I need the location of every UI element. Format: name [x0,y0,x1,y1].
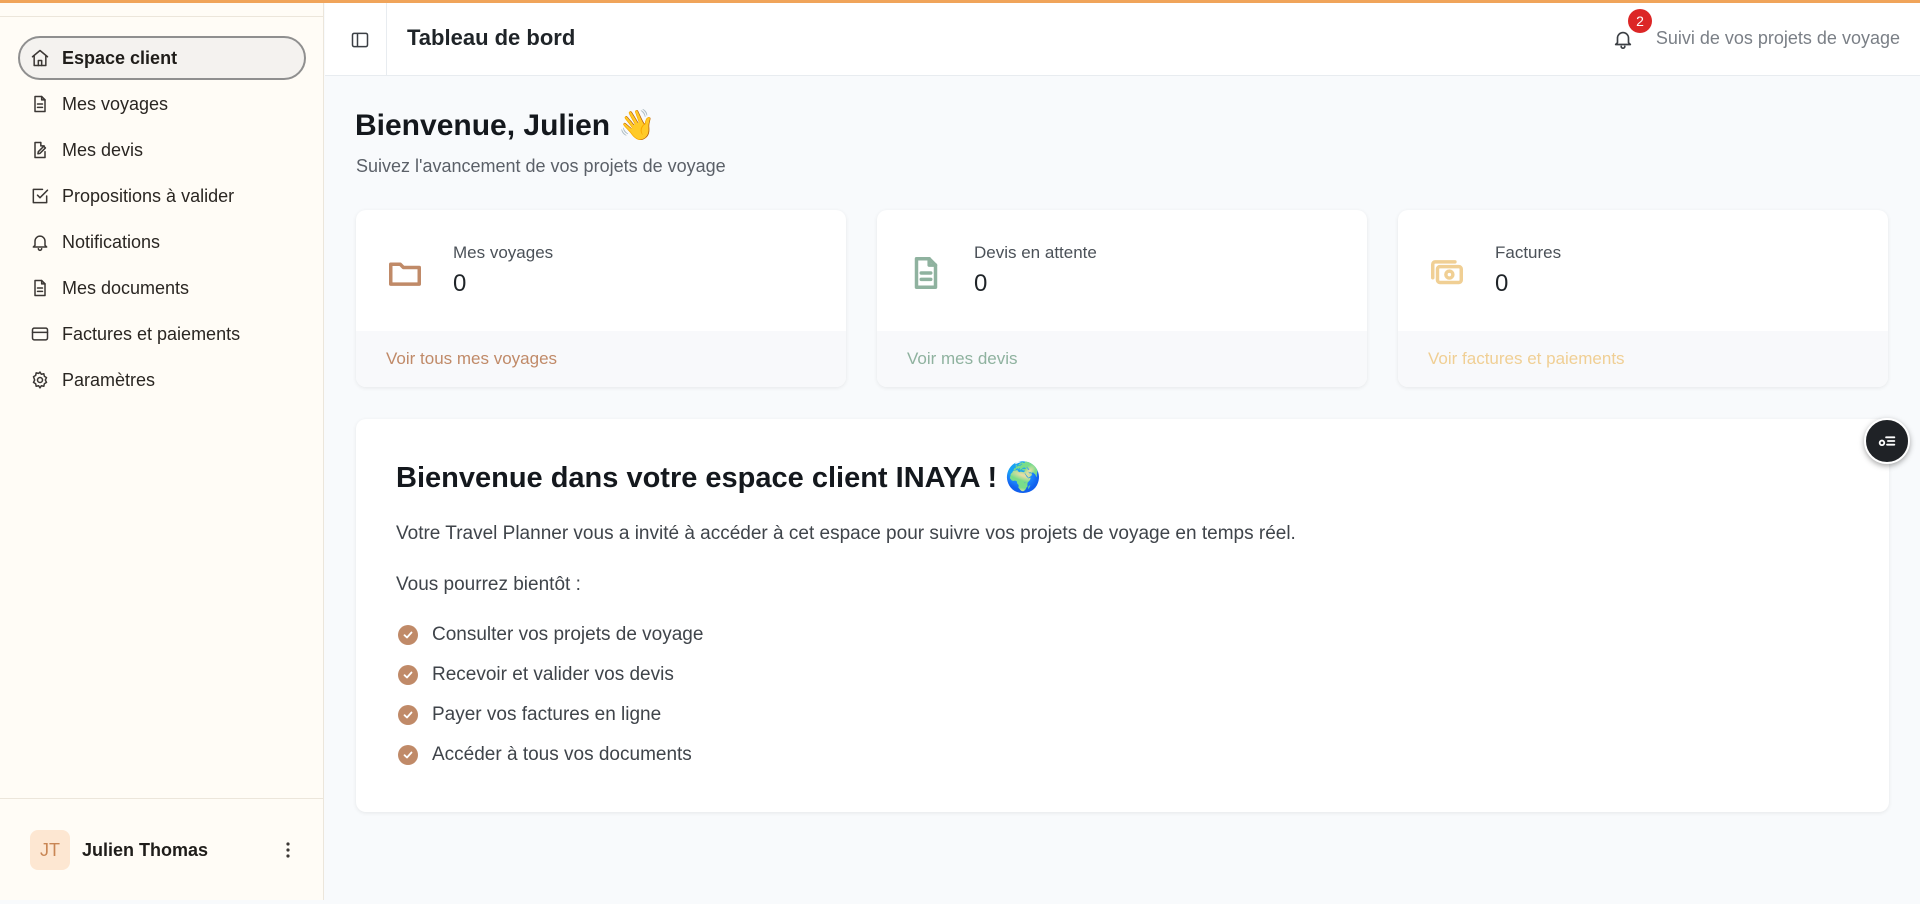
bell-icon [30,232,50,252]
check-square-icon [30,186,50,206]
avatar: JT [30,830,70,870]
check-circle-icon [398,745,418,765]
stat-card-factures: Factures 0 Voir factures et paiements [1398,210,1888,387]
sidebar-item-notifications[interactable]: Notifications [18,220,306,264]
sidebar: Espace client Mes voyages Mes devis Prop… [0,0,324,900]
check-circle-icon [398,705,418,725]
credit-card-icon [30,324,50,344]
stat-value: 0 [974,270,988,297]
sidebar-item-label: Notifications [62,231,161,252]
divider [0,16,324,17]
feature-text: Recevoir et valider vos devis [432,664,674,685]
welcome-title: Bienvenue, Julien 👋 [355,109,656,142]
list-item: Payer vos factures en ligne [398,695,703,735]
document-icon [907,254,947,294]
feature-text: Consulter vos projets de voyage [432,624,704,645]
document-icon [30,94,50,114]
user-name: Julien Thomas [82,839,209,860]
top-header: Tableau de bord 2 Suivi de vos projets d… [325,3,1920,76]
stat-label: Devis en attente [974,243,1097,262]
stat-card-voyages: Mes voyages 0 Voir tous mes voyages [356,210,846,387]
top-accent-bar [0,0,1920,3]
feature-text: Payer vos factures en ligne [432,704,662,725]
welcome-subtitle: Suivez l'avancement de vos projets de vo… [356,156,726,176]
gear-icon [30,370,50,390]
sidebar-item-label: Mes voyages [62,93,169,114]
sidebar-nav: Espace client Mes voyages Mes devis Prop… [18,36,306,404]
header-subtitle: Suivi de vos projets de voyage [1655,28,1900,48]
view-factures-link[interactable]: Voir factures et paiements [1398,331,1888,387]
sidebar-item-label: Espace client [62,47,178,68]
user-profile[interactable]: JT Julien Thomas [30,828,300,872]
sidebar-item-mes-documents[interactable]: Mes documents [18,266,306,310]
sidebar-item-mes-devis[interactable]: Mes devis [18,128,306,172]
feature-list: Consulter vos projets de voyage Recevoir… [398,615,703,775]
sidebar-item-parametres[interactable]: Paramètres [18,358,306,402]
home-icon [30,48,50,68]
more-vertical-icon[interactable] [276,838,300,862]
check-circle-icon [398,665,418,685]
divider [386,3,387,76]
view-devis-link[interactable]: Voir mes devis [877,331,1367,387]
check-circle-icon [398,625,418,645]
info-title: Bienvenue dans votre espace client INAYA… [396,462,1042,494]
sidebar-item-label: Propositions à valider [62,185,235,206]
sidebar-item-factures[interactable]: Factures et paiements [18,312,306,356]
page-title: Tableau de bord [407,25,576,50]
list-item: Recevoir et valider vos devis [398,655,703,695]
sidebar-item-label: Mes devis [62,139,144,160]
document-icon [30,278,50,298]
stat-value: 0 [1495,270,1509,297]
info-text-intro: Vous pourrez bientôt : [396,574,581,595]
sidebar-item-espace-client[interactable]: Espace client [18,36,306,80]
notification-count-badge: 2 [1628,9,1652,33]
view-all-voyages-link[interactable]: Voir tous mes voyages [356,331,846,387]
stat-label: Factures [1495,243,1562,262]
folder-icon [386,254,426,294]
sidebar-item-label: Factures et paiements [62,323,241,344]
stat-card-devis: Devis en attente 0 Voir mes devis [877,210,1367,387]
welcome-info-card: Bienvenue dans votre espace client INAYA… [356,419,1889,812]
stat-value: 0 [453,270,467,297]
info-text: Votre Travel Planner vous a invité à acc… [396,523,1296,544]
sidebar-toggle-icon[interactable] [345,25,375,55]
sidebar-item-propositions[interactable]: Propositions à valider [18,174,306,218]
money-icon [1428,254,1468,294]
divider [0,798,324,799]
floating-menu-icon[interactable] [1864,418,1910,464]
sidebar-item-label: Paramètres [62,369,156,390]
sidebar-item-mes-voyages[interactable]: Mes voyages [18,82,306,126]
list-item: Accéder à tous vos documents [398,735,703,775]
feature-text: Accéder à tous vos documents [432,744,692,765]
stat-label: Mes voyages [453,243,554,262]
list-item: Consulter vos projets de voyage [398,615,703,655]
sidebar-item-label: Mes documents [62,277,190,298]
edit-document-icon [30,140,50,160]
